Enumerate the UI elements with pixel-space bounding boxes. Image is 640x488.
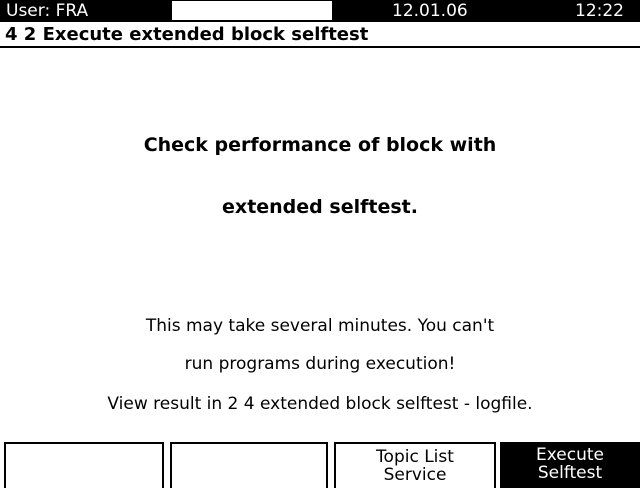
status-message-slot xyxy=(172,1,332,20)
info-line-3: View result in 2 4 extended block selfte… xyxy=(107,394,533,414)
execute-selftest-label-line1: Execute xyxy=(536,445,604,465)
execute-selftest-label-line2: Selftest xyxy=(537,463,603,483)
date-display: 12.01.06 xyxy=(392,1,468,21)
info-line-1: This may take several minutes. You can't xyxy=(145,316,495,336)
heading-line-2: extended selftest. xyxy=(222,196,418,218)
execute-selftest-button[interactable]: Execute Selftest xyxy=(500,442,640,488)
user-label: User: FRA xyxy=(6,1,89,21)
time-display: 12:22 xyxy=(575,1,624,21)
topic-list-service-button[interactable]: Topic List Service xyxy=(334,442,496,488)
softkey-2[interactable] xyxy=(170,442,328,488)
softkey-1[interactable] xyxy=(4,442,164,488)
device-screen: User: FRA 12.01.06 12:22 4 2 Execute ext… xyxy=(0,0,640,488)
topic-list-service-label-line2: Service xyxy=(383,465,447,485)
message-panel: Check performance of block with extended… xyxy=(0,48,640,438)
page-title: 4 2 Execute extended block selftest xyxy=(5,24,369,45)
heading-line-1: Check performance of block with xyxy=(143,134,497,156)
status-bar: User: FRA 12.01.06 12:22 xyxy=(0,0,640,22)
topic-list-service-label-line1: Topic List xyxy=(376,447,454,467)
info-line-2: run programs during execution! xyxy=(184,354,456,374)
softkey-bar: Topic List Service Execute Selftest xyxy=(0,442,640,488)
title-bar: 4 2 Execute extended block selftest xyxy=(0,22,640,48)
